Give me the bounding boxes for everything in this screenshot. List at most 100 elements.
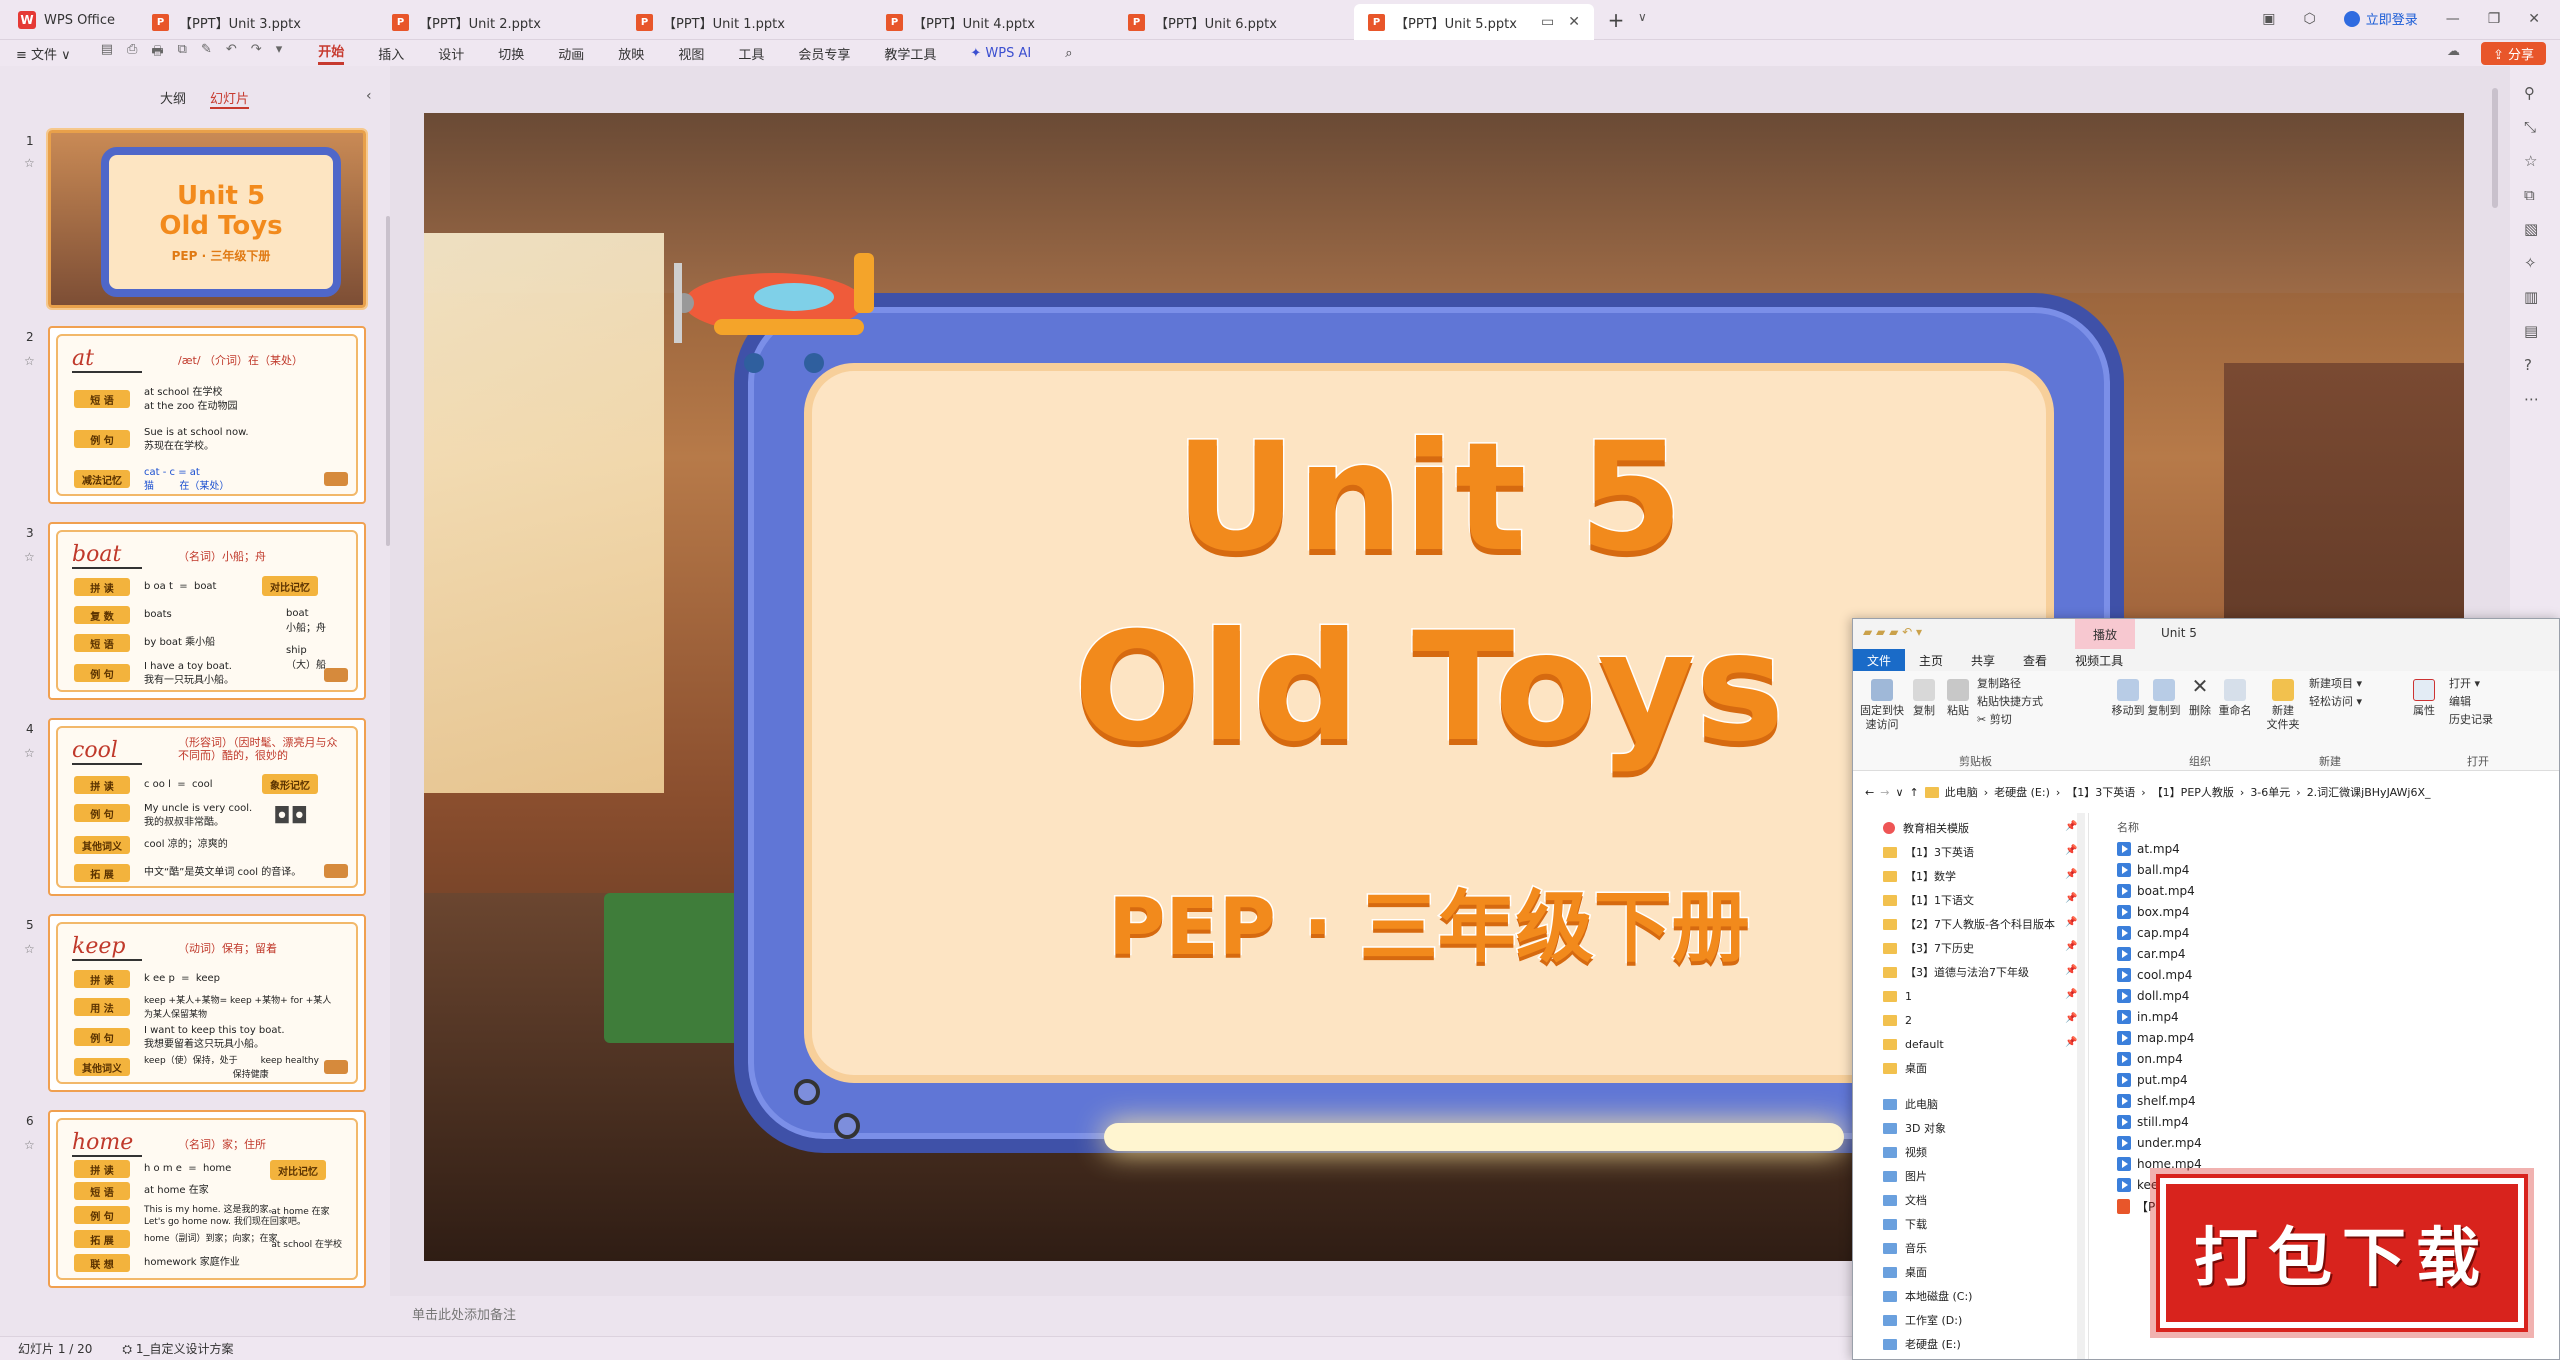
- nav-item[interactable]: default: [1883, 1033, 1944, 1055]
- move-to-button[interactable]: 移动到: [2111, 679, 2145, 718]
- menu-tools[interactable]: 工具: [738, 44, 764, 63]
- nav-item[interactable]: 【3】道德与法治7下年级: [1883, 961, 2029, 983]
- collapse-panel-icon[interactable]: ‹: [366, 88, 372, 104]
- star-icon[interactable]: ☆: [24, 746, 35, 760]
- share-button[interactable]: ⇪ 分享: [2480, 42, 2546, 65]
- menu-animation[interactable]: 动画: [558, 44, 584, 63]
- open-button[interactable]: 打开 ▾: [2449, 677, 2480, 691]
- breadcrumb-item[interactable]: 2.词汇微课jBHyJAWj6X_: [2307, 784, 2431, 800]
- download-package-badge[interactable]: 打包下载: [2156, 1174, 2528, 1332]
- copy-to-button[interactable]: 复制到: [2147, 679, 2181, 718]
- pin-icon[interactable]: 📌: [2065, 821, 2077, 832]
- nav-item[interactable]: 【2】7下人教版-各个科目版本: [1883, 913, 2055, 935]
- help-icon[interactable]: ?: [2524, 356, 2532, 374]
- star-icon[interactable]: ☆: [24, 156, 35, 170]
- file-item[interactable]: cap.mp4: [2117, 923, 2189, 943]
- print-icon[interactable]: 🖶: [151, 42, 163, 64]
- file-item[interactable]: shelf.mp4: [2117, 1091, 2196, 1111]
- file-item[interactable]: cool.mp4: [2117, 965, 2192, 985]
- file-item[interactable]: in.mp4: [2117, 1007, 2179, 1027]
- doc-tab-unit6[interactable]: P 【PPT】Unit 6.pptx: [1114, 4, 1364, 40]
- nav-item[interactable]: 工作室 (D:): [1883, 1309, 1962, 1331]
- menu-teaching-tools[interactable]: 教学工具: [884, 44, 936, 63]
- slide-thumbnail-6[interactable]: home （名词）家；住所 拼 读 h o m e = home 短 语 at …: [48, 1110, 366, 1288]
- explorer-play-tab[interactable]: 播放: [2075, 619, 2135, 649]
- slide-thumbnail-2[interactable]: at /æt/ （介词）在（某处） 短 语 at school 在学校 at t…: [48, 326, 366, 504]
- file-item[interactable]: car.mp4: [2117, 944, 2186, 964]
- star-icon[interactable]: ☆: [24, 942, 35, 956]
- pin-icon[interactable]: 📌: [2065, 989, 2077, 1000]
- file-item[interactable]: at.mp4: [2117, 839, 2180, 859]
- redo-icon[interactable]: ↷: [251, 42, 262, 64]
- pin-quick-access-button[interactable]: 固定到快 速访问: [1859, 679, 1905, 732]
- file-menu[interactable]: ≡ 文件 ∨: [16, 44, 71, 63]
- nav-scrollbar[interactable]: [2077, 813, 2085, 1359]
- pin-icon[interactable]: 📌: [2065, 941, 2077, 952]
- close-window-icon[interactable]: ✕: [2528, 11, 2540, 27]
- menu-wps-ai[interactable]: ✦ WPS AI: [970, 46, 1031, 61]
- filter-icon[interactable]: ⚲: [2524, 84, 2535, 102]
- doc-tab-unit2[interactable]: P 【PPT】Unit 2.pptx: [378, 4, 618, 40]
- pin-icon[interactable]: 📌: [2065, 845, 2077, 856]
- breadcrumb-item[interactable]: 【1】3下英语: [2066, 784, 2135, 800]
- format-painter-icon[interactable]: ✎: [201, 42, 212, 64]
- picture-edit-icon[interactable]: ▧: [2524, 220, 2538, 238]
- star-icon[interactable]: ☆: [24, 550, 35, 564]
- breadcrumb-item[interactable]: 【1】PEP人教版: [2152, 784, 2234, 800]
- breadcrumb-item[interactable]: 3-6单元: [2250, 784, 2290, 800]
- nav-item[interactable]: 视频: [1883, 1141, 1927, 1163]
- menu-member[interactable]: 会员专享: [798, 44, 850, 63]
- file-item[interactable]: ball.mp4: [2117, 860, 2189, 880]
- breadcrumb-item[interactable]: 老硬盘 (E:): [1994, 784, 2050, 800]
- star-shape-icon[interactable]: ☆: [2524, 152, 2537, 170]
- menu-slideshow[interactable]: 放映: [618, 44, 644, 63]
- nav-item[interactable]: 1: [1883, 985, 1912, 1007]
- nav-item[interactable]: 图片: [1883, 1165, 1927, 1187]
- restore-icon[interactable]: ❐: [2488, 11, 2501, 27]
- monitor-icon[interactable]: ▭: [1541, 14, 1554, 30]
- new-item-button[interactable]: 新建项目 ▾: [2309, 677, 2362, 691]
- file-item[interactable]: doll.mp4: [2117, 986, 2189, 1006]
- menu-insert[interactable]: 插入: [378, 44, 404, 63]
- cut-button[interactable]: ✂ 剪切: [1977, 713, 2012, 727]
- nav-item[interactable]: 本地磁盘 (C:): [1883, 1285, 1972, 1307]
- up-icon[interactable]: ↑: [1910, 786, 1919, 799]
- new-folder-button[interactable]: 新建 文件夹: [2263, 679, 2303, 732]
- file-item[interactable]: put.mp4: [2117, 1070, 2188, 1090]
- tab-slides[interactable]: 幻灯片: [210, 88, 250, 109]
- file-item[interactable]: home.mp4: [2117, 1154, 2202, 1174]
- nav-item[interactable]: 音乐: [1883, 1237, 1927, 1259]
- file-item[interactable]: map.mp4: [2117, 1028, 2194, 1048]
- forward-icon[interactable]: →: [1880, 786, 1889, 799]
- slide-thumbnail-3[interactable]: boat （名词）小船；舟 拼 读 b oa t = boat 复 数 boat…: [48, 522, 366, 700]
- book-icon[interactable]: ▥: [2524, 288, 2538, 306]
- login-button[interactable]: 立即登录: [2343, 9, 2418, 28]
- more-options-icon[interactable]: ⋯: [2524, 390, 2539, 408]
- nav-item[interactable]: 桌面: [1883, 1261, 1927, 1283]
- nav-item[interactable]: 老硬盘 (E:): [1883, 1333, 1961, 1355]
- explorer-tab-file[interactable]: 文件: [1853, 649, 1906, 671]
- doc-tab-unit3[interactable]: P 【PPT】Unit 3.pptx: [138, 4, 378, 40]
- export-pdf-icon[interactable]: ⎙: [127, 42, 137, 64]
- file-item[interactable]: under.mp4: [2117, 1133, 2202, 1153]
- layout-icon[interactable]: ▣: [2262, 11, 2275, 27]
- design-scheme[interactable]: ⛭ 1_自定义设计方案: [122, 1340, 233, 1357]
- properties-button[interactable]: 属性: [2409, 679, 2439, 718]
- nav-item[interactable]: 【3】7下历史: [1883, 937, 1974, 959]
- file-item[interactable]: box.mp4: [2117, 902, 2189, 922]
- column-header-name[interactable]: 名称: [2117, 819, 2139, 835]
- more-tools-icon[interactable]: ▾: [276, 42, 283, 64]
- tab-outline[interactable]: 大纲: [160, 88, 186, 109]
- copy-icon[interactable]: ⧉: [2524, 186, 2535, 204]
- preview-icon[interactable]: ⧉: [178, 42, 187, 64]
- breadcrumb-item[interactable]: 此电脑: [1945, 784, 1978, 800]
- nav-item[interactable]: 文档: [1883, 1189, 1927, 1211]
- close-tab-icon[interactable]: ✕: [1568, 14, 1580, 30]
- back-icon[interactable]: ←: [1865, 786, 1874, 799]
- easy-access-button[interactable]: 轻松访问 ▾: [2309, 695, 2362, 709]
- undo-icon[interactable]: ↶: [226, 42, 237, 64]
- copy-path-button[interactable]: 复制路径: [1977, 677, 2021, 691]
- nav-item[interactable]: 下载: [1883, 1213, 1927, 1235]
- rename-button[interactable]: 重命名: [2217, 679, 2253, 718]
- edit-button[interactable]: 编辑: [2449, 695, 2471, 709]
